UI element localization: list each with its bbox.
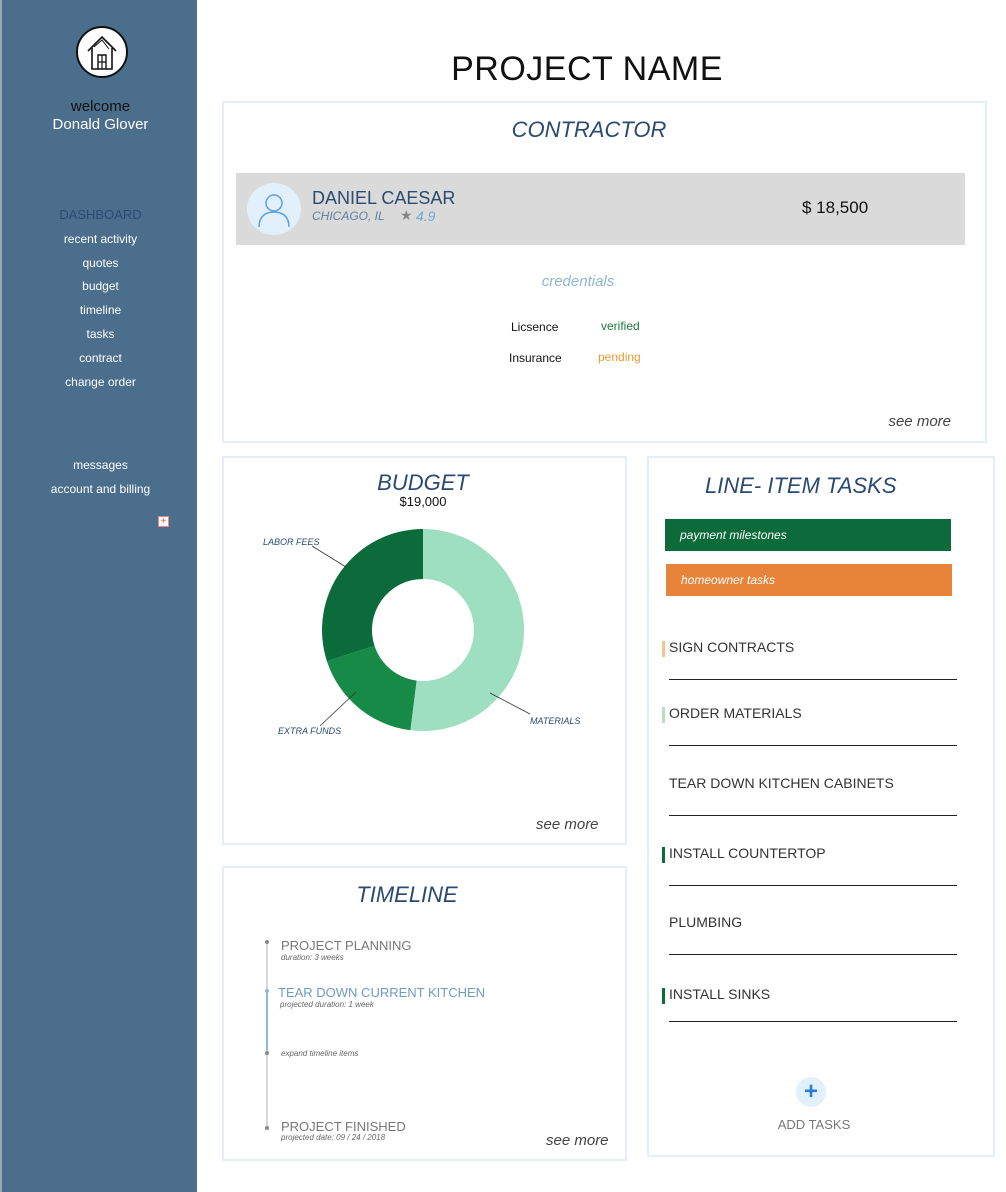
task-marker (662, 988, 665, 1004)
task-label: INSTALL COUNTERTOP (669, 845, 826, 861)
timeline-dot (265, 940, 269, 944)
donut-leader-line (311, 545, 347, 568)
timeline-dot (265, 1051, 269, 1055)
contractor-row[interactable]: DANIEL CAESAR CHICAGO, IL ★ 4.9 $ 18,500 (236, 173, 965, 245)
task-label: TEAR DOWN KITCHEN CABINETS (669, 775, 894, 791)
task-divider (669, 679, 957, 680)
sidebar-item-change-order[interactable]: change order (2, 373, 199, 397)
contractor-location: CHICAGO, IL (312, 209, 385, 223)
donut-slice-extra-funds (326, 645, 417, 731)
tasks-card: LINE- ITEM TASKS payment milestones home… (647, 456, 995, 1157)
donut-slice-labor-fees (322, 529, 423, 662)
donut-leader-line (319, 691, 357, 727)
sidebar-item-quotes[interactable]: quotes (2, 254, 199, 278)
sidebar-item-messages[interactable]: messages (2, 456, 199, 480)
task-marker (662, 707, 665, 723)
task-label: PLUMBING (669, 914, 743, 930)
contractor-see-more-link[interactable]: see more (888, 413, 951, 430)
sidebar-item-budget[interactable]: budget (2, 277, 199, 301)
timeline-item-sub: duration: 3 weeks (281, 953, 344, 962)
task-divider (669, 1021, 957, 1022)
timeline-item-title: PROJECT PLANNING (281, 938, 412, 953)
timeline-item-sub: projected date: 09 / 24 / 2018 (281, 1133, 386, 1142)
sidebar-nav-secondary: messages account and billing (2, 456, 199, 504)
add-task-button[interactable]: + (796, 1077, 826, 1107)
contractor-price: $ 18,500 (802, 198, 869, 217)
welcome-label: welcome (70, 98, 131, 115)
timeline-item-title: TEAR DOWN CURRENT KITCHEN (278, 985, 486, 1000)
sidebar-nav: DASHBOARD recent activity quotes budget … (2, 206, 199, 396)
task-label: ORDER MATERIALS (669, 705, 802, 721)
contractor-title: CONTRACTOR (511, 117, 667, 142)
task-marker (662, 641, 665, 657)
donut-label: LABOR FEES (263, 537, 320, 547)
task-label: INSTALL SINKS (669, 986, 771, 1002)
timeline-item-title: PROJECT FINISHED (281, 1119, 406, 1134)
timeline-dot (265, 989, 269, 993)
timeline-title: TIMELINE (356, 882, 458, 907)
house-logo-icon (76, 26, 128, 78)
sidebar: welcome Donald Glover DASHBOARD recent a… (0, 0, 197, 1192)
credentials-title: credentials (541, 273, 615, 290)
sidebar-item-recent-activity[interactable]: recent activity (2, 230, 199, 254)
plus-icon[interactable]: + (158, 516, 169, 527)
sidebar-item-dashboard[interactable]: DASHBOARD (2, 206, 199, 230)
sidebar-item-timeline[interactable]: timeline (2, 301, 199, 325)
tasks-title: LINE- ITEM TASKS (705, 473, 897, 498)
task-label: SIGN CONTRACTS (669, 639, 795, 655)
donut-label: EXTRA FUNDS (278, 726, 341, 736)
insurance-status: pending (598, 350, 641, 364)
task-divider (669, 815, 957, 816)
user-icon (258, 194, 290, 228)
contractor-card: CONTRACTOR DANIEL CAESAR CHICAGO, IL ★ 4… (222, 101, 987, 443)
task-divider (669, 885, 957, 886)
add-tasks-label[interactable]: ADD TASKS (649, 1117, 979, 1132)
contractor-rating: 4.9 (416, 208, 436, 224)
budget-donut-chart: MATERIALS EXTRA FUNDS LABOR FEES (263, 529, 580, 736)
contractor-name: DANIEL CAESAR (312, 188, 456, 208)
timeline-track-active (266, 990, 268, 1050)
sidebar-item-account-billing[interactable]: account and billing (2, 480, 199, 504)
license-label: Licsence (511, 320, 559, 334)
donut-slice-materials (410, 529, 524, 731)
budget-see-more-link[interactable]: see more (536, 816, 599, 833)
insurance-label: Insurance (509, 351, 562, 365)
page-title: PROJECT NAME (451, 50, 723, 88)
task-marker (662, 777, 665, 793)
user-name: Donald Glover (52, 116, 149, 133)
task-marker (662, 847, 665, 863)
license-status: verified (601, 319, 640, 333)
task-divider (669, 745, 957, 746)
legend-payment-milestones: payment milestones (665, 519, 951, 551)
expand-timeline-link[interactable]: expand timeline items (281, 1049, 358, 1058)
task-divider (669, 954, 957, 955)
legend-homeowner-tasks: homeowner tasks (666, 564, 952, 596)
task-marker (662, 916, 665, 932)
budget-card: BUDGET $19,000 MATERIALS EXTRA FUNDS LABOR… (222, 456, 627, 845)
timeline-item-sub: projected duration: 1 week (280, 1000, 374, 1009)
donut-label: MATERIALS (530, 716, 580, 726)
avatar (247, 183, 301, 235)
timeline-see-more-link[interactable]: see more (546, 1132, 609, 1149)
sidebar-item-tasks[interactable]: tasks (2, 325, 199, 349)
sidebar-item-contract[interactable]: contract (2, 349, 199, 373)
donut-leader-line (489, 692, 531, 715)
star-icon: ★ (400, 207, 413, 223)
timeline-card: TIMELINE PROJECT PLANNING duration: 3 we… (222, 866, 627, 1161)
timeline-dot (265, 1126, 269, 1130)
